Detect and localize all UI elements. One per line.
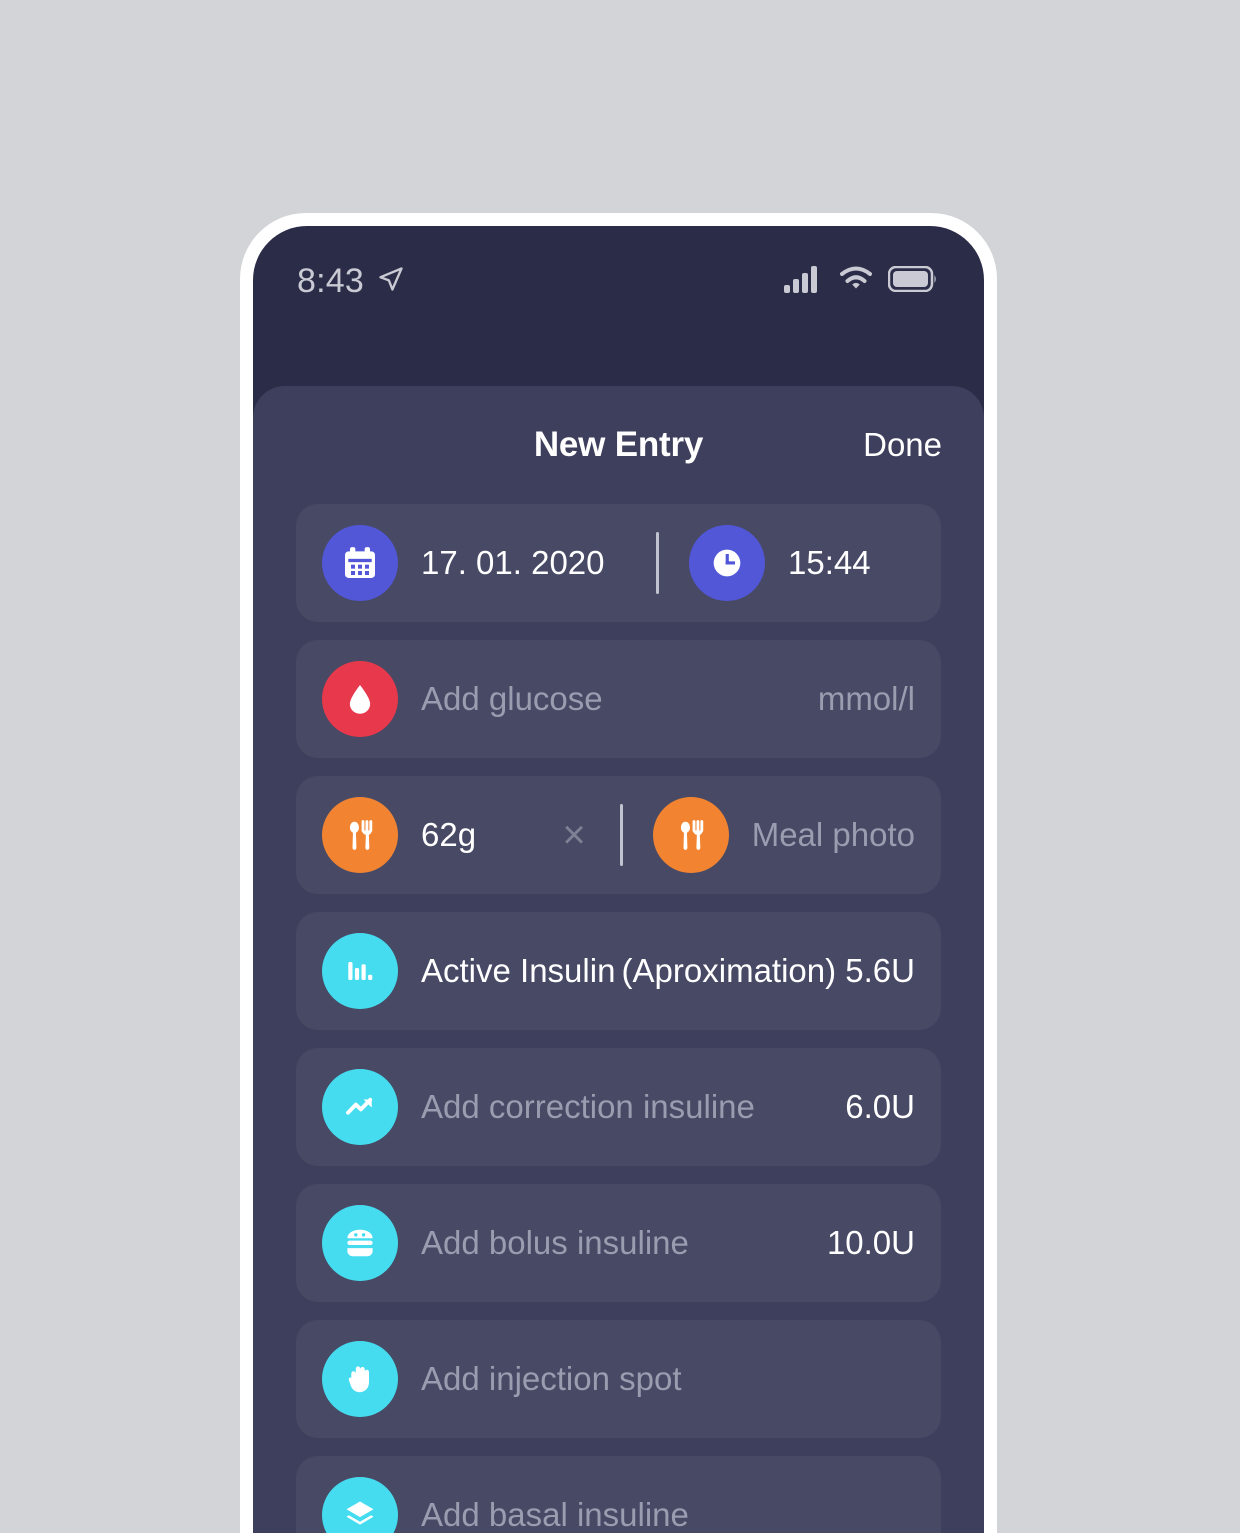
wifi-icon [838, 265, 874, 298]
glucose-placeholder: Add glucose [421, 680, 603, 717]
cutlery-icon [322, 797, 398, 873]
phone-screen: 8:43 New Entry Done 17. 01. 2020 15:44 A… [253, 226, 984, 1533]
datetime-row: 17. 01. 2020 15:44 [296, 504, 941, 622]
bolus-insulin-row[interactable]: Add bolus insuline 10.0U [296, 1184, 941, 1302]
active-insulin-label: Active Insulin [421, 952, 616, 989]
correction-insulin-row[interactable]: Add correction insuline 6.0U [296, 1048, 941, 1166]
injection-spot-row[interactable]: Add injection spot [296, 1320, 941, 1438]
glucose-row[interactable]: Add glucose mmol/l [296, 640, 941, 758]
clear-meal-button[interactable]: × [532, 815, 615, 855]
field-divider [619, 804, 623, 866]
cellular-signal-icon [784, 265, 824, 298]
meal-photo-field[interactable]: Meal photo [652, 797, 915, 873]
layers-icon [322, 1477, 398, 1533]
trending-up-icon [322, 1069, 398, 1145]
burger-icon [322, 1205, 398, 1281]
page-title: New Entry [533, 425, 704, 464]
location-arrow-icon [377, 265, 405, 298]
basal-insulin-row[interactable]: Add basal insuline [296, 1456, 941, 1533]
injection-spot-placeholder: Add injection spot [421, 1360, 682, 1397]
meal-photo-placeholder: Meal photo [751, 816, 915, 853]
basal-insulin-placeholder: Add basal insuline [421, 1496, 689, 1533]
status-bar: 8:43 [253, 226, 984, 336]
done-button[interactable]: Done [863, 426, 942, 464]
active-insulin-row[interactable]: Active Insulin (Aproximation) 5.6U [296, 912, 941, 1030]
status-time: 8:43 [297, 261, 364, 300]
meal-carbs-field[interactable]: 62g [322, 797, 532, 873]
meal-carbs-value: 62g [421, 816, 477, 853]
bar-chart-icon [322, 933, 398, 1009]
field-divider [656, 532, 659, 594]
status-bar-left: 8:43 [297, 262, 405, 301]
correction-insulin-value: 6.0U [845, 1088, 915, 1125]
new-entry-sheet: New Entry Done 17. 01. 2020 15:44 Add gl… [253, 386, 984, 1533]
sheet-header: New Entry Done [253, 386, 984, 504]
phone-frame: 8:43 New Entry Done 17. 01. 2020 15:44 A… [240, 213, 997, 1533]
hand-icon [322, 1341, 398, 1417]
cutlery-icon [652, 797, 729, 873]
clock-icon [689, 525, 765, 601]
status-bar-right [784, 265, 938, 298]
bolus-insulin-placeholder: Add bolus insuline [421, 1224, 689, 1261]
active-insulin-value: (Aproximation) 5.6U [621, 952, 915, 989]
bolus-insulin-value: 10.0U [826, 1224, 915, 1261]
correction-insulin-placeholder: Add correction insuline [421, 1088, 755, 1125]
entry-field-list: 17. 01. 2020 15:44 Add glucose mmol/l 62… [253, 504, 984, 1533]
time-field[interactable]: 15:44 [689, 504, 871, 622]
date-value: 17. 01. 2020 [421, 544, 605, 581]
time-value: 15:44 [788, 544, 871, 581]
meal-row: 62g × Meal photo [296, 776, 941, 894]
date-field[interactable]: 17. 01. 2020 [322, 504, 652, 622]
blood-drop-icon [322, 661, 398, 737]
battery-full-icon [887, 265, 938, 297]
glucose-unit: mmol/l [817, 680, 915, 717]
calendar-icon [322, 525, 398, 601]
